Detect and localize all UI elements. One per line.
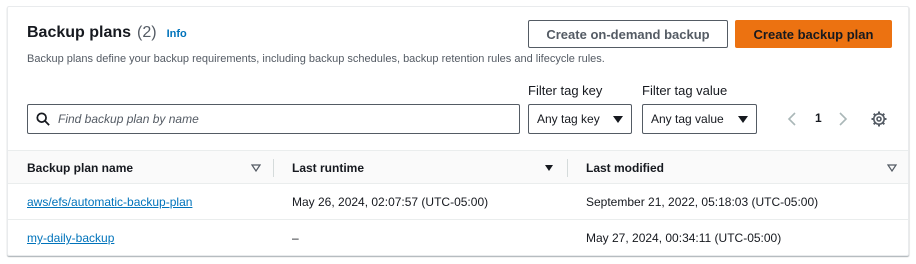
create-on-demand-backup-button[interactable]: Create on-demand backup: [528, 20, 728, 48]
chevron-left-icon[interactable]: [787, 111, 797, 127]
create-backup-plan-button[interactable]: Create backup plan: [735, 20, 892, 48]
sort-icon[interactable]: [887, 164, 897, 172]
backup-plan-link[interactable]: my-daily-backup: [27, 231, 114, 245]
backup-plans-table: Backup plan name Last runtime Last modif…: [8, 150, 908, 256]
chevron-right-icon[interactable]: [838, 111, 848, 127]
gear-icon[interactable]: [871, 111, 887, 127]
search-field[interactable]: [27, 104, 520, 134]
last-modified-cell: May 27, 2024, 00:34:11 (UTC-05:00): [586, 231, 782, 245]
sort-icon[interactable]: [251, 164, 261, 172]
column-header-last-modified[interactable]: Last modified: [586, 161, 664, 175]
plan-count: (2): [137, 24, 157, 41]
table-header: Backup plan name Last runtime Last modif…: [8, 150, 908, 184]
filter-tag-value-value: Any tag value: [651, 112, 724, 126]
caret-down-icon: [613, 115, 623, 123]
search-icon: [36, 112, 50, 126]
filter-tag-key-select[interactable]: Any tag key: [528, 104, 632, 134]
last-runtime-cell: –: [292, 231, 299, 245]
backup-plans-panel: Backup plans (2) Info Backup plans defin…: [7, 6, 909, 256]
sort-descending-icon[interactable]: [544, 164, 554, 172]
column-header-name[interactable]: Backup plan name: [27, 161, 133, 175]
table-row: my-daily-backup – May 27, 2024, 00:34:11…: [8, 220, 908, 256]
table-row: aws/efs/automatic-backup-plan May 26, 20…: [8, 184, 908, 220]
page-title: Backup plans: [27, 24, 132, 41]
panel-header: Backup plans (2) Info: [27, 24, 187, 42]
filter-tag-key-label: Filter tag key: [528, 83, 603, 98]
filter-tag-value-select[interactable]: Any tag value: [642, 104, 757, 134]
last-modified-cell: September 21, 2022, 05:18:03 (UTC-05:00): [586, 195, 819, 209]
last-runtime-cell: May 26, 2024, 02:07:57 (UTC-05:00): [292, 195, 489, 209]
search-input[interactable]: [58, 112, 498, 126]
column-header-last-runtime[interactable]: Last runtime: [292, 161, 364, 175]
page-description: Backup plans define your backup requirem…: [27, 53, 605, 65]
backup-plan-link[interactable]: aws/efs/automatic-backup-plan: [27, 195, 192, 209]
filter-tag-key-value: Any tag key: [537, 112, 600, 126]
column-divider[interactable]: [567, 159, 568, 177]
caret-down-icon: [738, 115, 748, 123]
column-divider[interactable]: [273, 159, 274, 177]
current-page-number[interactable]: 1: [815, 111, 822, 125]
info-link[interactable]: Info: [167, 28, 187, 40]
filter-tag-value-label: Filter tag value: [642, 83, 728, 98]
